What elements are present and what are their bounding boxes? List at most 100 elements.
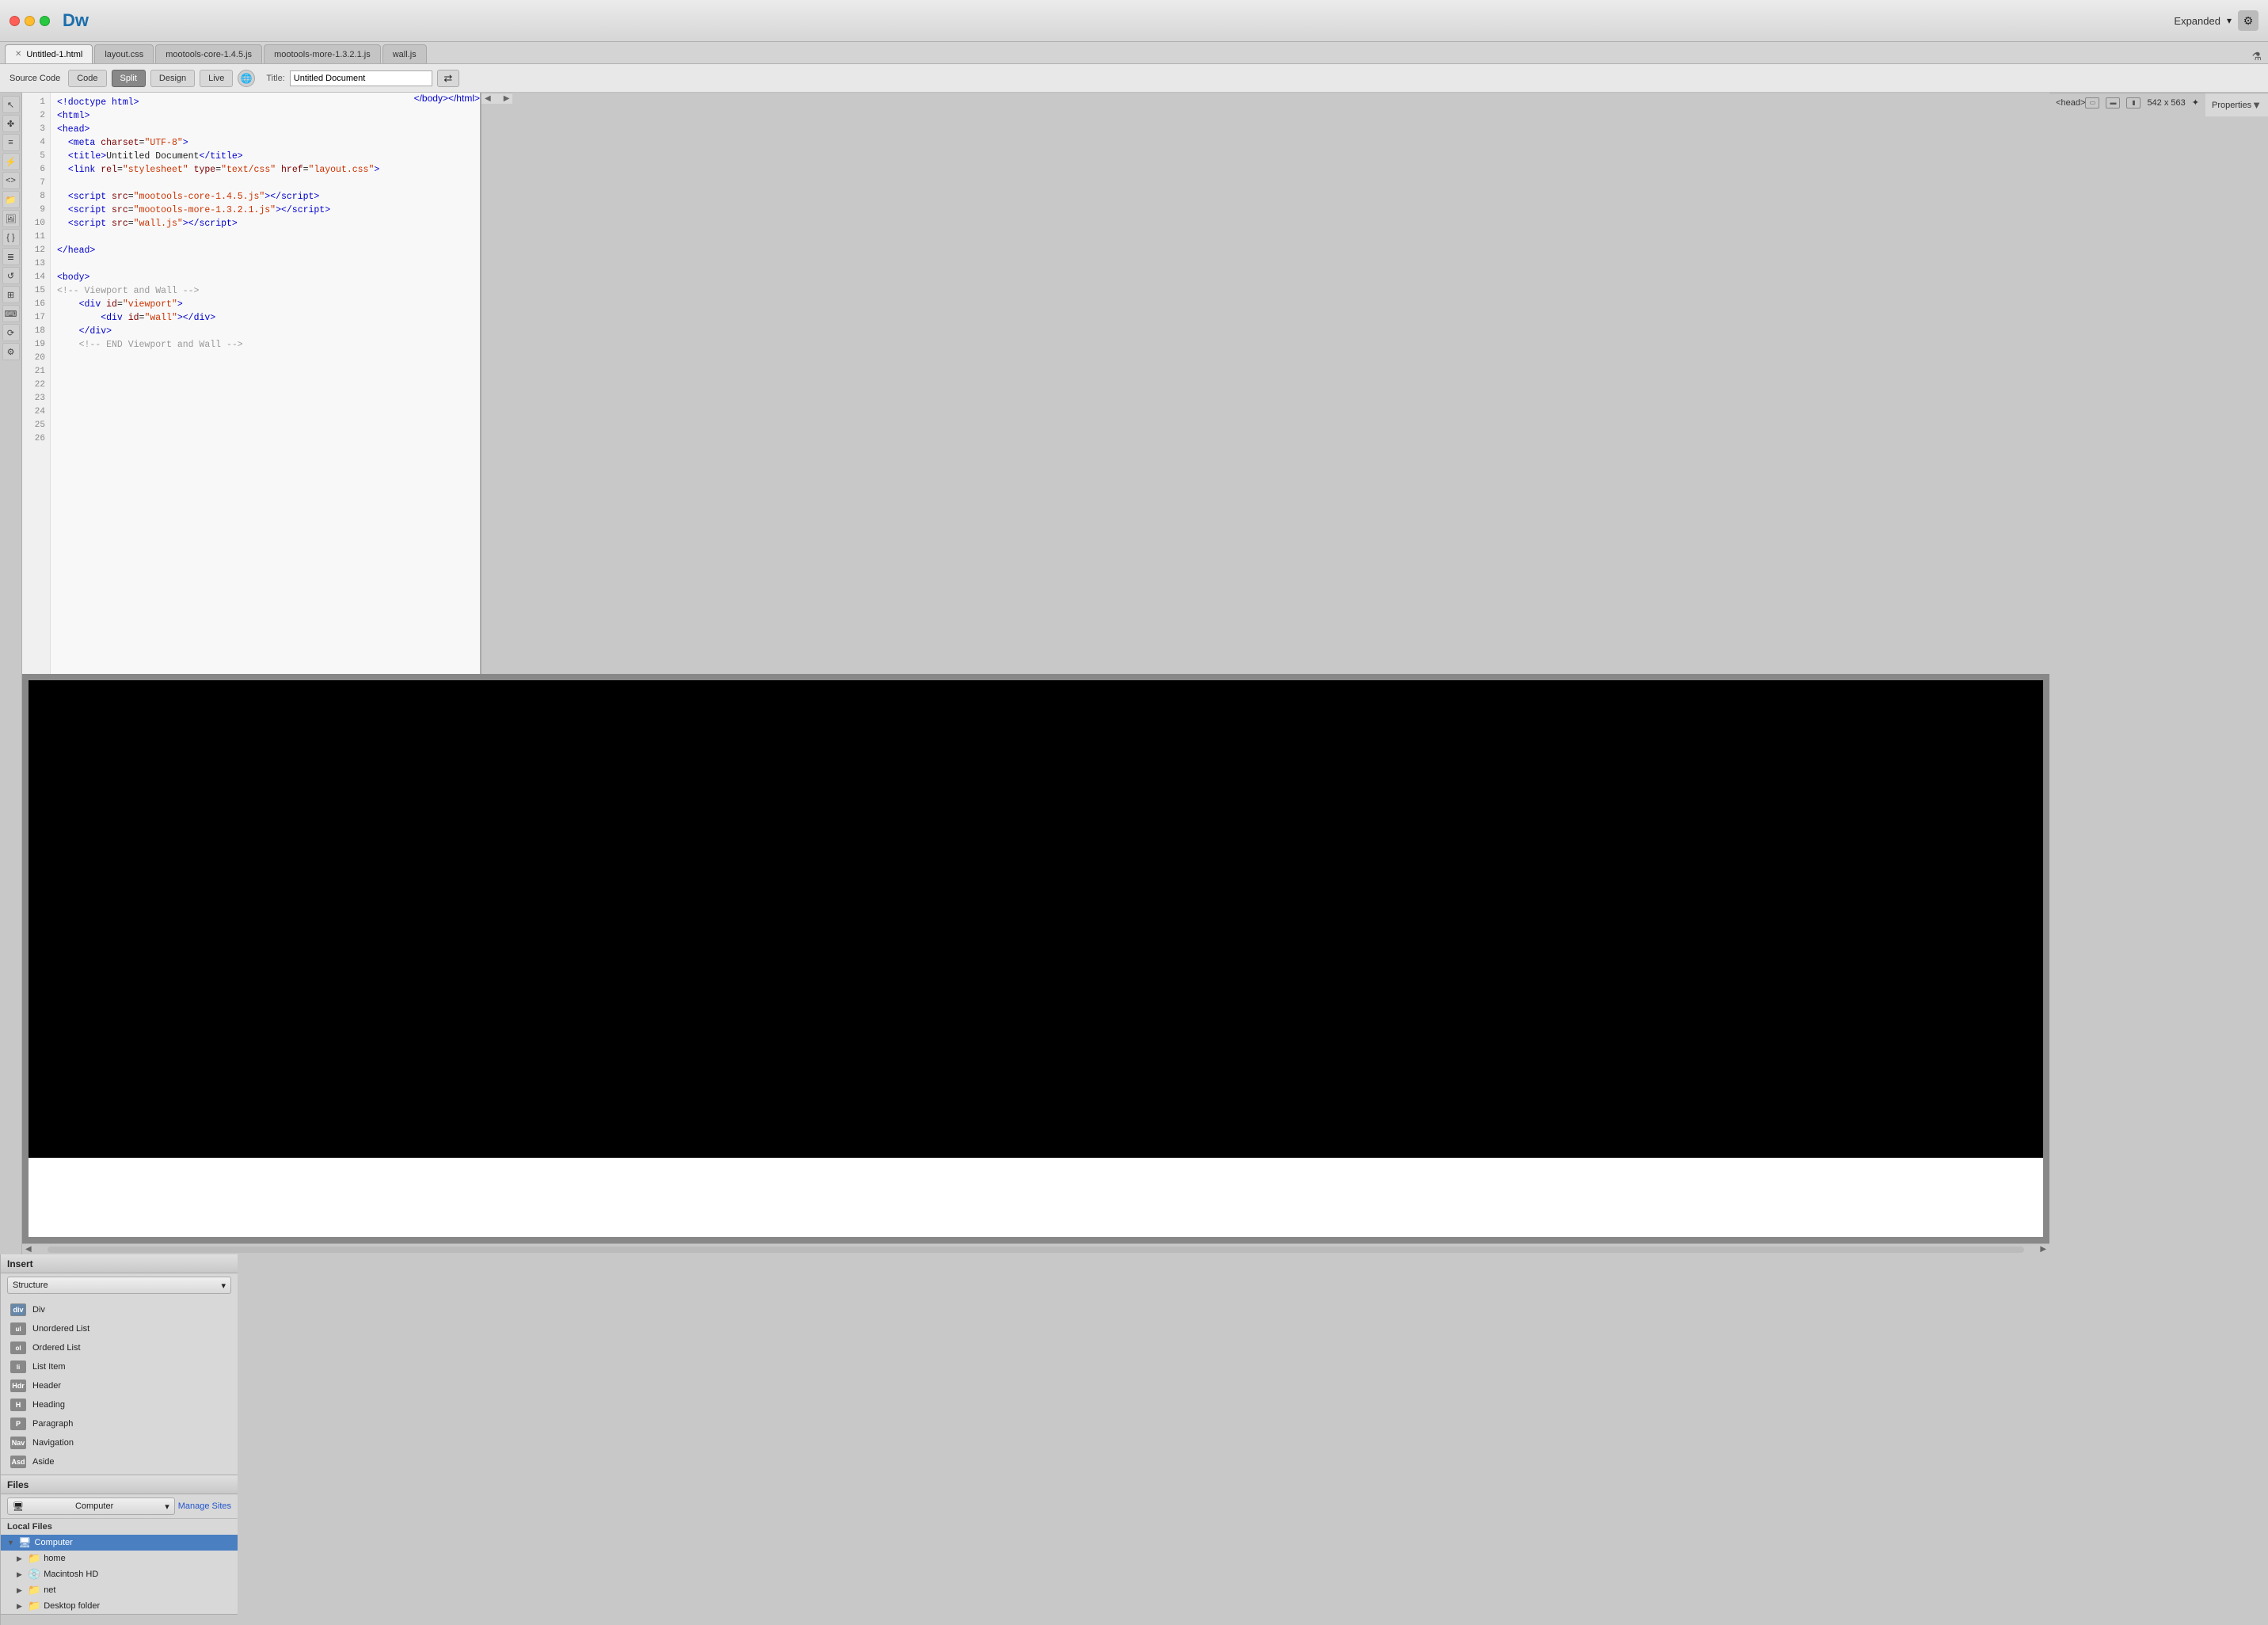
maximize-button[interactable]: [40, 16, 50, 26]
code-content[interactable]: 1234567891011121314151617181920212223242…: [22, 93, 480, 674]
sidebar-icon-assets[interactable]: 🖼: [2, 210, 20, 227]
insert-item-ul[interactable]: ul Unordered List: [1, 1319, 238, 1338]
insert-panel-title: Insert: [1, 1254, 238, 1273]
hscroll-right-arrow[interactable]: ▶: [500, 94, 513, 103]
insert-item-aside[interactable]: Asd Aside: [1, 1452, 238, 1471]
insert-item-label: Paragraph: [32, 1419, 73, 1429]
preview-scroll-track[interactable]: [48, 1246, 2025, 1253]
properties-collapse-icon[interactable]: ▼: [2251, 99, 2262, 111]
insert-item-li[interactable]: li List Item: [1, 1357, 238, 1376]
location-select[interactable]: 🖥 Computer ▾: [7, 1498, 175, 1515]
code-text[interactable]: <!doctype html> <html> <head> <meta char…: [51, 93, 414, 674]
sidebar-icon-arrow[interactable]: ↖: [2, 96, 20, 113]
insert-item-label: Div: [32, 1305, 45, 1315]
preview-scroll-left[interactable]: ◀: [22, 1245, 35, 1254]
properties-label: Properties: [2212, 101, 2251, 110]
tree-expand-arrow[interactable]: ▶: [17, 1570, 25, 1579]
file-tab-layout-css[interactable]: layout.css: [94, 44, 154, 63]
file-tab-mootools-core[interactable]: mootools-core-1.4.5.js: [155, 44, 262, 63]
file-tab-wall-js[interactable]: wall.js: [382, 44, 427, 63]
tab-label: mootools-more-1.3.2.1.js: [274, 50, 371, 59]
folder-icon: 🖥: [18, 1536, 32, 1549]
sidebar-icon-history[interactable]: ↺: [2, 267, 20, 284]
sidebar-icon-css[interactable]: ≡: [2, 134, 20, 151]
insert-item-label: Header: [32, 1381, 61, 1391]
insert-toolbar: Structure ▾: [1, 1273, 238, 1297]
tree-expand-arrow[interactable]: ▶: [17, 1586, 25, 1595]
insert-item-header[interactable]: Hdr Header: [1, 1376, 238, 1395]
split-view-button[interactable]: Split: [112, 70, 146, 87]
line-numbers: 1234567891011121314151617181920212223242…: [22, 93, 51, 674]
preview-black-area: [29, 680, 2043, 1159]
tree-item-desktop[interactable]: ▶ 📁 Desktop folder: [1, 1598, 238, 1614]
sidebar-icon-behaviors[interactable]: ⚡: [2, 153, 20, 170]
insert-item-label: Navigation: [32, 1438, 74, 1448]
insert-item-label: List Item: [32, 1362, 66, 1372]
title-input[interactable]: [290, 70, 432, 86]
files-title-text: Files: [7, 1479, 29, 1490]
hscroll-left-arrow[interactable]: ◀: [481, 94, 494, 103]
file-tabs-bar: ✕ Untitled-1.html layout.css mootools-co…: [0, 42, 2268, 64]
tree-item-computer[interactable]: ▼ 🖥 Computer: [1, 1535, 238, 1551]
sidebar-icon-insert[interactable]: ✤: [2, 115, 20, 132]
filter-icon[interactable]: ⚗: [2251, 50, 2262, 63]
sidebar-icon-frames[interactable]: ⊞: [2, 286, 20, 303]
design-view-button[interactable]: Design: [150, 70, 195, 87]
tab-close-icon[interactable]: ✕: [15, 51, 21, 59]
tree-item-home[interactable]: ▶ 📁 home: [1, 1551, 238, 1566]
source-code-label: Source Code: [6, 74, 63, 83]
expanded-dropdown-arrow: ▾: [2227, 15, 2232, 26]
ul-icon: ul: [10, 1322, 26, 1335]
close-button[interactable]: [10, 16, 20, 26]
insert-items-list: div Div ul Unordered List ol Ordered Lis…: [1, 1297, 238, 1475]
insert-item-div[interactable]: div Div: [1, 1300, 238, 1319]
screen-size-large[interactable]: ▮: [2126, 97, 2141, 108]
minimize-button[interactable]: [25, 16, 35, 26]
folder-icon: 💿: [28, 1568, 40, 1581]
code-hscrollbar[interactable]: ◀ ▶: [481, 93, 512, 104]
insert-item-navigation[interactable]: Nav Navigation: [1, 1433, 238, 1452]
insert-item-paragraph[interactable]: P Paragraph: [1, 1414, 238, 1433]
expanded-label: Expanded: [2174, 15, 2220, 27]
tree-item-net[interactable]: ▶ 📁 net: [1, 1582, 238, 1598]
file-tab-mootools-more[interactable]: mootools-more-1.3.2.1.js: [264, 44, 381, 63]
sidebar-icon-gear[interactable]: ⚙: [2, 343, 20, 360]
breadcrumb: <head>: [2056, 98, 2085, 108]
preview-hscrollbar[interactable]: ◀ ▶: [22, 1243, 2049, 1254]
sidebar-icon-files[interactable]: 📁: [2, 191, 20, 208]
sidebar-icon-snippets[interactable]: { }: [2, 229, 20, 246]
preview-scroll-right[interactable]: ▶: [2037, 1245, 2049, 1254]
insert-panel: Insert Structure ▾ div Div ul Unordered …: [1, 1254, 238, 1475]
dimension-unit: ✦: [2192, 97, 2199, 108]
right-panel-scrollbar[interactable]: [1, 1614, 238, 1625]
file-tab-untitled[interactable]: ✕ Untitled-1.html: [5, 44, 93, 63]
tree-expand-arrow[interactable]: ▶: [17, 1555, 25, 1563]
sidebar-icon-database[interactable]: ≣: [2, 248, 20, 265]
tree-expand-arrow[interactable]: ▼: [7, 1539, 15, 1547]
code-view-button[interactable]: Code: [68, 70, 106, 87]
sidebar-icon-sync[interactable]: ⟳: [2, 324, 20, 341]
local-files-label: Local Files: [1, 1519, 238, 1535]
category-arrow-icon: ▾: [221, 1281, 226, 1291]
screen-size-medium[interactable]: ▬: [2106, 97, 2120, 108]
screen-size-small[interactable]: ▭: [2085, 97, 2099, 108]
category-select[interactable]: Structure ▾: [7, 1277, 231, 1294]
tree-item-label: net: [44, 1585, 55, 1595]
main-layout: ↖ ✤ ≡ ⚡ <> 📁 🖼 { } ≣ ↺ ⊞ ⌨ ⟳ ⚙ 123456789…: [0, 93, 2268, 1254]
sync-button[interactable]: ⇄: [437, 70, 459, 87]
category-label: Structure: [13, 1281, 48, 1290]
gear-button[interactable]: ⚙: [2238, 10, 2258, 31]
insert-item-ol[interactable]: ol Ordered List: [1, 1338, 238, 1357]
tree-expand-arrow[interactable]: ▶: [17, 1602, 25, 1611]
insert-item-label: Aside: [32, 1457, 55, 1467]
sidebar-icon-tag[interactable]: <>: [2, 172, 20, 189]
manage-sites-link[interactable]: Manage Sites: [178, 1501, 231, 1511]
sidebar-icon-code[interactable]: ⌨: [2, 305, 20, 322]
tree-item-macintosh-hd[interactable]: ▶ 💿 Macintosh HD: [1, 1566, 238, 1582]
tab-label: Untitled-1.html: [26, 50, 82, 59]
status-right: ▭ ▬ ▮ 542 x 563 ✦: [2085, 97, 2199, 108]
li-icon: li: [10, 1361, 26, 1373]
sync-icon[interactable]: 🌐: [238, 70, 255, 87]
live-view-button[interactable]: Live: [200, 70, 233, 87]
insert-item-heading[interactable]: H Heading: [1, 1395, 238, 1414]
